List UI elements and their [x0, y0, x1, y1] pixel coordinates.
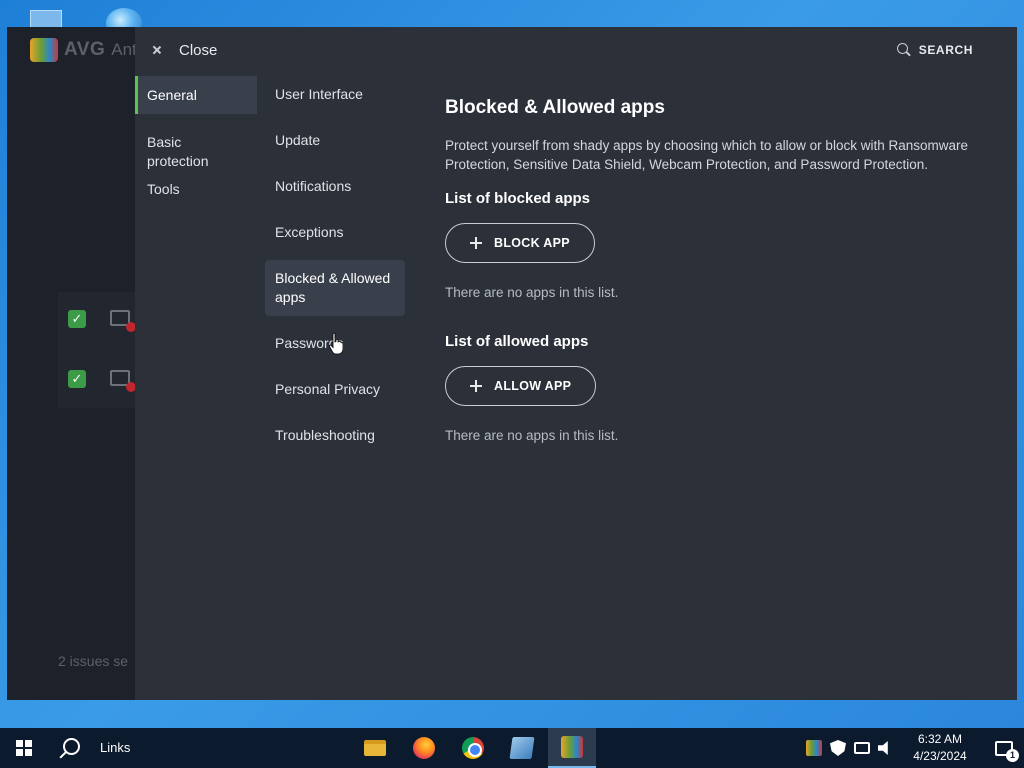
plus-icon: [470, 380, 482, 392]
subcategory-nav: User Interface Update Notifications Exce…: [265, 76, 405, 463]
close-button[interactable]: Close: [149, 39, 217, 61]
clock-date: 4/23/2024: [913, 749, 967, 763]
subcategory-personal-privacy[interactable]: Personal Privacy: [265, 371, 405, 408]
taskbar-firefox[interactable]: [400, 728, 448, 768]
chrome-icon: [462, 737, 484, 759]
notification-icon: 1: [995, 740, 1019, 762]
avg-tray-icon[interactable]: [806, 740, 822, 756]
category-tools[interactable]: Tools: [135, 180, 257, 202]
avg-logo-subtext: Ant: [111, 40, 137, 59]
allowed-section-title: List of allowed apps: [445, 333, 589, 350]
subcategory-user-interface[interactable]: User Interface: [265, 76, 405, 113]
shield-tray-icon[interactable]: [830, 740, 846, 756]
allowed-empty-text: There are no apps in this list.: [445, 428, 619, 443]
taskbar-file-explorer[interactable]: [351, 728, 399, 768]
search-icon: [896, 43, 911, 57]
search-button[interactable]: SEARCH: [896, 40, 973, 60]
taskbar-search-button[interactable]: [50, 728, 90, 768]
block-app-button[interactable]: BLOCK APP: [445, 223, 595, 263]
settings-panel: Close SEARCH General Basic protection To…: [135, 27, 1017, 700]
allow-app-button[interactable]: ALLOW APP: [445, 366, 597, 406]
windows-logo-icon: [16, 740, 32, 756]
subcategory-notifications[interactable]: Notifications: [265, 168, 405, 205]
start-button[interactable]: [0, 728, 48, 768]
category-general[interactable]: General: [135, 76, 257, 114]
close-label: Close: [179, 41, 218, 59]
category-nav: General Basic protection Tools: [135, 76, 257, 202]
blocked-section-title: List of blocked apps: [445, 190, 591, 207]
taskbar: Links 6:32 AM 4/23/2024 1: [0, 728, 1024, 768]
taskbar-avg[interactable]: [548, 728, 596, 768]
network-icon[interactable]: [854, 742, 870, 754]
notification-count-badge: 1: [1006, 748, 1019, 762]
blocked-allowed-content: Blocked & Allowed apps Protect yourself …: [445, 97, 975, 476]
file-explorer-icon: [364, 740, 386, 756]
action-center-button[interactable]: 1: [984, 728, 1024, 768]
close-icon: [149, 42, 165, 58]
avg-logo-icon: [30, 38, 58, 62]
subcategory-exceptions[interactable]: Exceptions: [265, 214, 405, 251]
tool-app-icon: [509, 737, 535, 759]
page-title: Blocked & Allowed apps: [445, 97, 665, 118]
allow-app-label: ALLOW APP: [494, 379, 572, 393]
avg-logo: AVG Ant: [30, 37, 137, 63]
links-toolbar[interactable]: Links: [100, 740, 130, 755]
firefox-icon: [413, 737, 435, 759]
block-app-label: BLOCK APP: [494, 236, 570, 250]
avg-icon: [561, 736, 583, 758]
monitor-icon: [110, 310, 136, 332]
taskbar-clock[interactable]: 6:32 AM 4/23/2024: [902, 731, 978, 765]
checkbox-icon[interactable]: ✓: [68, 370, 86, 388]
system-tray: 6:32 AM 4/23/2024 1: [802, 728, 1024, 768]
blocked-empty-text: There are no apps in this list.: [445, 285, 619, 300]
issues-text: 2 issues se: [58, 653, 129, 669]
subcategory-update[interactable]: Update: [265, 122, 405, 159]
search-icon: [60, 738, 80, 758]
taskbar-tool-app[interactable]: [498, 728, 546, 768]
category-basic-protection[interactable]: Basic protection: [135, 133, 257, 171]
hand-cursor-icon: [329, 333, 343, 355]
page-description: Protect yourself from shady apps by choo…: [445, 138, 968, 172]
plus-icon: [470, 237, 482, 249]
avg-logo-text: AVG: [64, 39, 106, 60]
volume-muted-icon[interactable]: [878, 741, 888, 755]
subcategory-blocked-allowed-apps[interactable]: Blocked & Allowed apps: [265, 260, 405, 316]
checkbox-icon[interactable]: ✓: [68, 310, 86, 328]
taskbar-chrome[interactable]: [449, 728, 497, 768]
subcategory-troubleshooting[interactable]: Troubleshooting: [265, 417, 405, 454]
clock-time: 6:32 AM: [917, 732, 963, 746]
monitor-icon: [110, 370, 136, 392]
search-label: SEARCH: [918, 43, 973, 57]
